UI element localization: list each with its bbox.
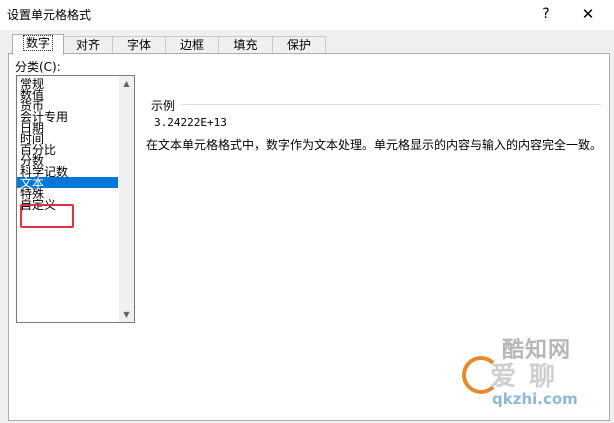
tab-number[interactable]: 数字	[12, 34, 64, 55]
scroll-up-icon[interactable]: ▲	[119, 76, 134, 91]
category-list[interactable]: 常规 数值 货币 会计专用 日期 时间 百分比 分数 科学记数 文本 特殊 自定…	[16, 75, 135, 323]
selection-highlight-box	[20, 204, 74, 228]
sample-label: 示例	[151, 99, 176, 113]
tab-fill-label: 填充	[233, 38, 258, 52]
close-button[interactable]: ✕	[568, 0, 608, 30]
category-scrollbar[interactable]: ▲ ▼	[119, 76, 134, 322]
tab-alignment-label: 对齐	[75, 38, 100, 52]
tab-protection-label: 保护	[286, 38, 311, 52]
dialog-body: 数字 对齐 字体 边框 填充 保护 分类(C): 常规 数值 货币 会计专用 日…	[0, 30, 614, 423]
tab-border-label: 边框	[179, 38, 204, 52]
tab-fill[interactable]: 填充	[218, 36, 273, 54]
tab-font[interactable]: 字体	[112, 36, 166, 54]
category-items: 常规 数值 货币 会计专用 日期 时间 百分比 分数 科学记数 文本 特殊 自定…	[17, 78, 118, 211]
tab-number-label: 数字	[22, 35, 53, 51]
sample-value: 3.24222E+13	[154, 116, 227, 129]
title-bar: 设置单元格格式 ? ✕	[0, 0, 614, 30]
tab-border[interactable]: 边框	[165, 36, 219, 54]
tab-font-label: 字体	[126, 38, 151, 52]
tab-strip: 数字 对齐 字体 边框 填充 保护	[10, 34, 610, 55]
category-label: 分类(C):	[15, 60, 61, 74]
dialog-title: 设置单元格格式	[7, 8, 92, 22]
tab-alignment[interactable]: 对齐	[63, 36, 113, 54]
number-tab-page: 分类(C): 常规 数值 货币 会计专用 日期 时间 百分比 分数 科学记数 文…	[8, 53, 610, 421]
sample-divider	[181, 104, 601, 105]
tab-protection[interactable]: 保护	[272, 36, 326, 54]
format-description: 在文本单元格格式中，数字作为文本处理。单元格显示的内容与输入的内容完全一致。	[146, 138, 603, 152]
scroll-down-icon[interactable]: ▼	[119, 307, 134, 322]
help-button[interactable]: ?	[532, 0, 560, 30]
